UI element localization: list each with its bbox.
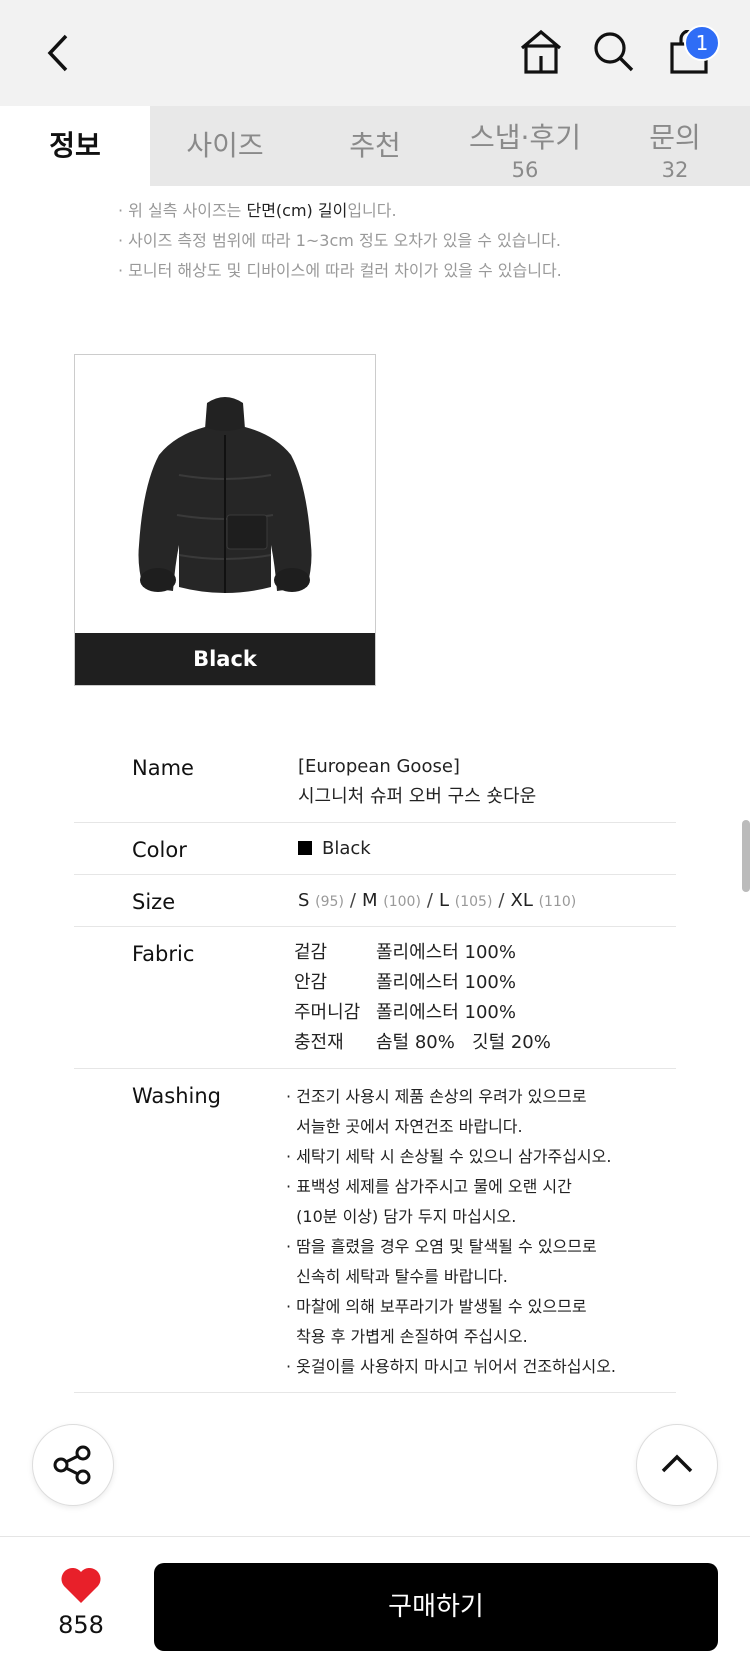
chevron-up-icon: [661, 1454, 693, 1473]
spec-row-name: Name [European Goose] 시그니처 슈퍼 오버 구스 숏다운: [74, 750, 676, 823]
note-line: · 사이즈 측정 범위에 따라 1~3cm 정도 오차가 있을 수 있습니다.: [118, 231, 562, 250]
share-button[interactable]: [32, 1424, 114, 1506]
washing-line: 서늘한 곳에서 자연건조 바랍니다.: [286, 1117, 523, 1136]
tab-info[interactable]: 정보: [0, 106, 150, 186]
spec-value-fabric: 겉감 폴리에스터 100% 안감 폴리에스터 100% 주머니감 폴리에스터 100%…: [294, 938, 551, 1058]
spec-key-washing: Washing: [132, 1084, 222, 1108]
tab-inquiry[interactable]: 문의 32: [600, 106, 750, 186]
heart-icon: [61, 1567, 101, 1603]
spec-key-size: Size: [132, 890, 176, 914]
tab-recommend[interactable]: 추천: [300, 106, 450, 186]
tab-size[interactable]: 사이즈: [150, 106, 300, 186]
spec-value-name: [European Goose] 시그니처 슈퍼 오버 구스 숏다운: [298, 756, 537, 807]
washing-line: (10분 이상) 담가 두지 마십시오.: [286, 1207, 517, 1226]
bottom-action-bar: 858 구매하기: [0, 1536, 750, 1676]
scroll-to-top-button[interactable]: [636, 1424, 718, 1506]
washing-line: · 땀을 흘렸을 경우 오염 및 탈색될 수 있으므로: [286, 1237, 597, 1256]
washing-line: 착용 후 가볍게 손질하여 주십시오.: [286, 1327, 528, 1346]
tab-label: 사이즈: [186, 129, 264, 162]
washing-line: · 마찰에 의해 보푸라기가 발생될 수 있으므로: [286, 1297, 587, 1316]
tab-bar: 정보 사이즈 추천 스냅·후기 56 문의 32: [0, 106, 750, 186]
product-color-card: Black: [74, 354, 376, 686]
spec-row-size: Size S (95) / M (100) / L (105) / XL (110): [74, 874, 676, 927]
fabric-line: 겉감 폴리에스터 100%: [294, 942, 516, 963]
like-count: 858: [58, 1611, 104, 1639]
color-caption: Black: [75, 633, 375, 685]
tab-label: 정보: [49, 129, 101, 162]
tab-count: 32: [661, 158, 689, 182]
spec-key-fabric: Fabric: [132, 942, 195, 966]
search-icon[interactable]: [592, 30, 636, 74]
washing-line: · 건조기 사용시 제품 손상의 우려가 있으므로: [286, 1087, 587, 1106]
tab-label: 스냅·후기: [469, 121, 581, 154]
note-line: · 모니터 해상도 및 디바이스에 따라 컬러 차이가 있을 수 있습니다.: [118, 261, 562, 280]
spec-row-color: Color Black: [74, 822, 676, 875]
washing-line: · 세탁기 세탁 시 손상될 수 있으니 삼가주십시오.: [286, 1147, 612, 1166]
washing-line: · 옷걸이를 사용하지 마시고 뉘어서 건조하십시오.: [286, 1357, 617, 1376]
top-bar: 1: [0, 0, 750, 106]
spec-row-washing: Washing · 건조기 사용시 제품 손상의 우려가 있으므로 서늘한 곳에…: [74, 1068, 676, 1393]
note-line: · 위 실측 사이즈는 단면(cm) 길이입니다.: [118, 201, 397, 220]
spec-table: Name [European Goose] 시그니처 슈퍼 오버 구스 숏다운 …: [74, 750, 676, 1396]
spec-value-size: S (95) / M (100) / L (105) / XL (110): [298, 890, 577, 911]
tab-label: 추천: [349, 129, 401, 162]
like-button[interactable]: 858: [44, 1565, 118, 1639]
fabric-line: 안감 폴리에스터 100%: [294, 972, 516, 993]
fabric-line: 충전재 솜털 80% 깃털 20%: [294, 1032, 551, 1053]
washing-line: · 표백성 세제를 삼가주시고 물에 오랜 시간: [286, 1177, 572, 1196]
fabric-line: 주머니감 폴리에스터 100%: [294, 1002, 516, 1023]
jacket-image: [138, 397, 312, 593]
scrollbar[interactable]: [742, 820, 750, 892]
buy-button[interactable]: 구매하기: [154, 1563, 718, 1651]
share-icon: [53, 1445, 91, 1485]
tab-label: 문의: [649, 121, 701, 154]
back-arrow-icon[interactable]: [40, 30, 80, 76]
spec-row-fabric: Fabric 겉감 폴리에스터 100% 안감 폴리에스터 100% 주머니감 폴리에…: [74, 926, 676, 1069]
tab-snap-review[interactable]: 스냅·후기 56: [450, 106, 600, 186]
home-icon[interactable]: [518, 28, 564, 76]
spec-key-name: Name: [132, 756, 194, 780]
spec-value-color: Black: [298, 834, 371, 864]
spec-value-washing: · 건조기 사용시 제품 손상의 우려가 있으므로 서늘한 곳에서 자연건조 바…: [286, 1082, 616, 1382]
washing-line: 신속히 세탁과 탈수를 바랍니다.: [286, 1267, 508, 1286]
color-swatch: [298, 841, 312, 855]
tab-count: 56: [511, 158, 539, 182]
spec-key-color: Color: [132, 838, 187, 862]
cart-count-badge: 1: [684, 25, 720, 61]
size-notes: · 위 실측 사이즈는 단면(cm) 길이입니다. · 사이즈 측정 범위에 따…: [118, 196, 562, 286]
